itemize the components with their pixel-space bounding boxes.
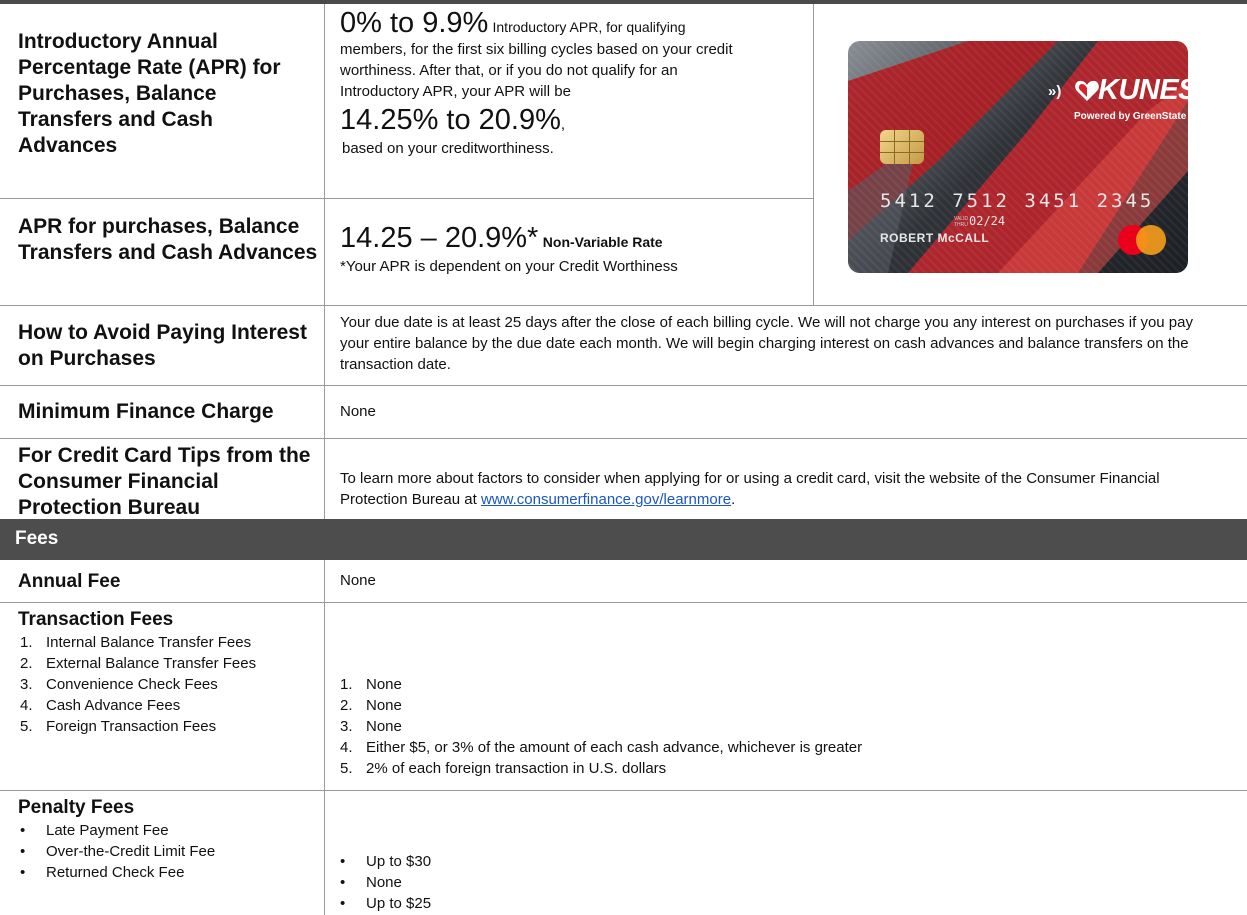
intro-apr-rate: 0% to 9.9% [340, 7, 489, 39]
card-col-divider [813, 4, 814, 305]
apr-footnote: *Your APR is dependent on your Credit Wo… [340, 258, 678, 275]
penalty-fee-value: • Up to $25 [340, 895, 432, 912]
penalty-fee-value: • None [340, 874, 402, 891]
penalty-fees-values: • Up to $30 • None • Up to $25 [340, 851, 1220, 914]
row-divider [0, 385, 1247, 386]
intro-apr-rate2: 14.25% to 20.9% [340, 104, 561, 136]
tips-label: For Credit Card Tips from the Consumer F… [18, 444, 311, 519]
row-divider [0, 790, 1247, 791]
row-divider [0, 305, 1247, 306]
transaction-fees-label: Transaction Fees [18, 609, 174, 630]
tips-text-end: . [731, 491, 736, 508]
transaction-fee-name: 5. Foreign Transaction Fees [20, 718, 217, 735]
intro-apr-text3: worthiness. After that, or if you do not… [340, 62, 678, 79]
contactless-icon: ») [1048, 83, 1062, 100]
card-powered: Powered by GreenState [1074, 111, 1187, 122]
mastercard-logo [1118, 225, 1166, 255]
heart-icon [1075, 80, 1099, 101]
row-divider [0, 438, 1247, 439]
transaction-fee-value: 5. 2% of each foreign transaction in U.S.… [340, 760, 667, 777]
min-finance-value: None [340, 403, 376, 420]
row-divider [0, 602, 1247, 603]
tips-text: To learn more about factors to consider … [340, 468, 1220, 510]
transaction-fee-value: 2. None [340, 697, 402, 714]
intro-apr-label: Introductory Annual Percentage Rate (APR… [18, 30, 281, 157]
card-number: 5412 7512 3451 2345 [880, 190, 1155, 212]
transaction-fees-values: 1. None 2. None 3. None 4. Either $5, or 3% … [340, 674, 1220, 779]
penalty-fees-label: Penalty Fees [18, 797, 135, 818]
penalty-fee-name: • Over-the-Credit Limit Fee [20, 843, 216, 860]
card-brand: KUNES [1098, 74, 1188, 106]
transaction-fee-value: 4. Either $5, or 3% of the amount of each… [340, 739, 863, 756]
annual-fee-value: None [340, 572, 376, 589]
transaction-fee-value: 1. None [340, 676, 402, 693]
tips-text-body: To learn more about factors to consider … [340, 470, 1160, 508]
credit-card-image: ») KUNES Powered by GreenState 5412 7512… [848, 41, 1188, 273]
fees-header: Fees [0, 519, 1247, 560]
intro-apr-text2: members, for the first six billing cycle… [340, 41, 733, 58]
intro-apr-text4: Introductory APR, your APR will be [340, 83, 571, 100]
card-holder: ROBERT McCALL [880, 231, 990, 245]
transaction-fee-value: 3. None [340, 718, 402, 735]
transaction-fee-name: 2. External Balance Transfer Fees [20, 655, 257, 672]
card-valid-label: VALID THRU [954, 216, 969, 228]
avoid-interest-text: Your due date is at least 25 days after … [340, 314, 1193, 373]
col-divider [324, 4, 325, 519]
transaction-fee-name: 4. Cash Advance Fees [20, 697, 181, 714]
min-finance-label: Minimum Finance Charge [18, 400, 274, 423]
intro-apr-value: 0% to 9.9% Introductory APR, for qualify… [340, 7, 810, 159]
penalty-fee-name: • Late Payment Fee [20, 822, 169, 839]
col-divider-fees [324, 560, 325, 915]
intro-apr-text1: Introductory APR, for qualifying [492, 19, 686, 35]
penalty-fee-value: • Up to $30 [340, 853, 432, 870]
top-border [0, 0, 1247, 4]
card-chip [880, 130, 924, 164]
row-divider [0, 198, 813, 199]
annual-fee-label: Annual Fee [18, 571, 121, 592]
avoid-interest-label: How to Avoid Paying Interest on Purchase… [18, 321, 307, 370]
card-expiry: 02/24 [969, 214, 1006, 228]
penalty-fee-name: • Returned Check Fee [20, 864, 185, 881]
penalty-fees-names: Penalty Fees • Late Payment Fee • Over-the… [0, 796, 324, 883]
fees-header-title: Fees [15, 528, 59, 549]
apr-label: APR for purchases, Balance Transfers and… [18, 215, 318, 264]
transaction-fee-name: 3. Convenience Check Fees [20, 676, 218, 693]
intro-apr-rate2-suffix: , [560, 116, 566, 133]
apr-rate: 14.25 – 20.9%* [340, 222, 539, 254]
apr-rate-note: Non-Variable Rate [542, 234, 663, 250]
intro-apr-text5: based on your creditworthiness. [342, 140, 554, 157]
apr-value: 14.25 – 20.9%* Non-Variable Rate *Your A… [340, 222, 810, 277]
transaction-fee-name: 1. Internal Balance Transfer Fees [20, 634, 252, 651]
consumerfinance-link[interactable]: www.consumerfinance.gov/learnmore [481, 491, 731, 508]
transaction-fees-names: Transaction Fees 1. Internal Balance Tran… [0, 608, 324, 737]
